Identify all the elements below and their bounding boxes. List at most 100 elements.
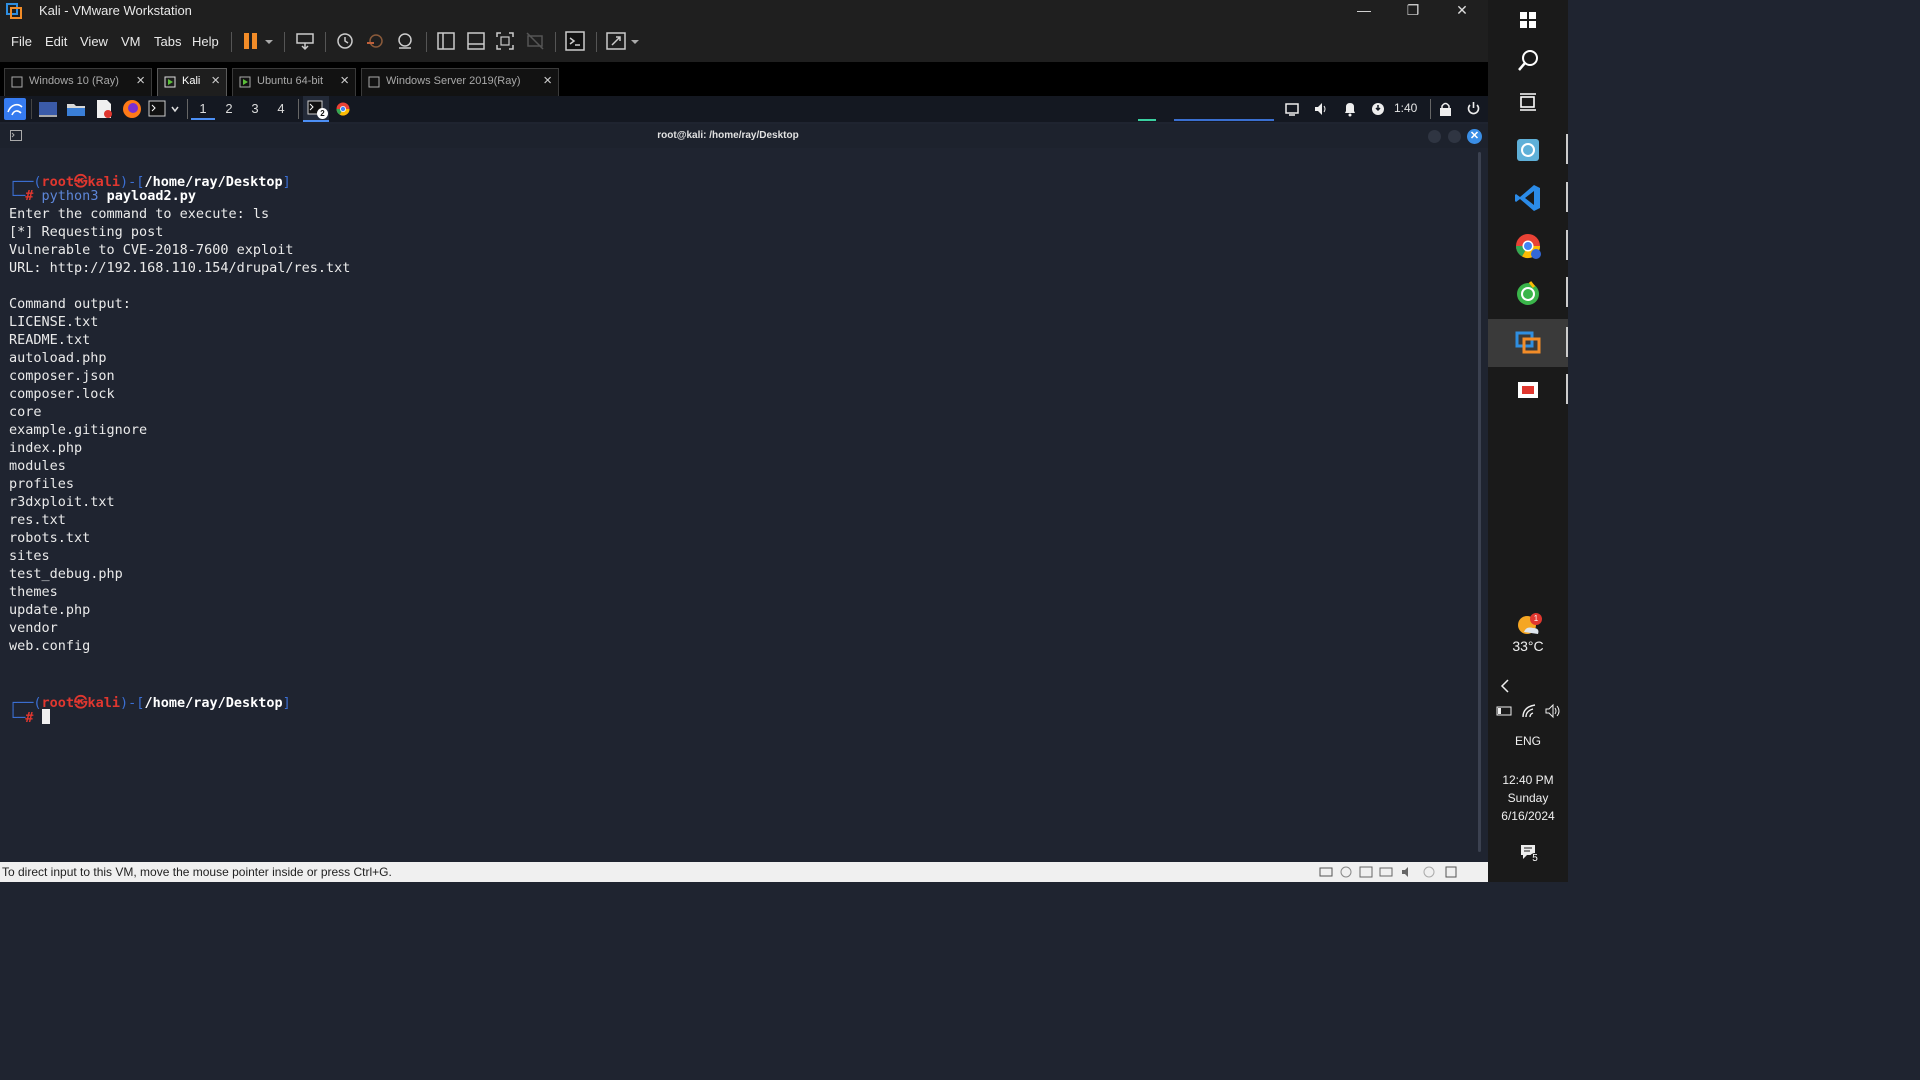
output-line: composer.lock <box>9 386 115 402</box>
revert-snapshot-icon[interactable] <box>364 30 386 52</box>
output-line: core <box>9 404 42 420</box>
volume-icon[interactable] <box>1544 703 1562 719</box>
minimize-button[interactable]: — <box>1340 0 1388 22</box>
app-icon[interactable] <box>1512 134 1544 166</box>
dropdown-icon[interactable] <box>262 30 276 52</box>
battery-icon[interactable] <box>1496 704 1514 718</box>
maximize-terminal-button[interactable] <box>1448 130 1461 143</box>
menu-view[interactable]: View <box>80 34 108 49</box>
close-window-button[interactable]: ✕ <box>1438 0 1486 22</box>
search-icon[interactable] <box>1512 45 1544 77</box>
console-view-icon[interactable] <box>564 30 586 52</box>
menu-tabs[interactable]: Tabs <box>154 34 181 49</box>
scrollbar-thumb[interactable] <box>1478 152 1481 852</box>
chrome-icon[interactable] <box>1512 230 1544 262</box>
volume-icon[interactable] <box>1313 101 1329 117</box>
close-terminal-button[interactable]: ✕ <box>1467 129 1482 144</box>
output-line: test_debug.php <box>9 566 123 582</box>
prompt-hash: # <box>25 188 34 204</box>
lock-icon[interactable] <box>1439 101 1452 117</box>
workspace-4[interactable]: 4 <box>269 101 293 116</box>
file-manager-icon[interactable] <box>66 100 86 118</box>
workspace-3[interactable]: 3 <box>243 101 267 116</box>
notification-count-badge: 5 <box>1529 853 1541 865</box>
output-line: Enter the command to execute: ls <box>9 206 270 222</box>
kali-menu-icon[interactable] <box>4 98 26 120</box>
output-line: URL: http://192.168.110.154/drupal/res.t… <box>9 260 351 276</box>
weather-badge: 1 <box>1530 613 1542 625</box>
output-line: composer.json <box>9 368 115 384</box>
input-line[interactable]: └─# <box>9 709 50 726</box>
workspace-1[interactable]: 1 <box>191 101 215 120</box>
snapshot-manager-icon[interactable] <box>394 30 416 52</box>
menu-vm[interactable]: VM <box>121 34 141 49</box>
windows-start-icon[interactable] <box>1512 4 1544 36</box>
snapshot-icon[interactable] <box>334 30 356 52</box>
vmware-icon[interactable] <box>1512 326 1544 358</box>
workspace-2[interactable]: 2 <box>217 101 241 116</box>
output-line: profiles <box>9 476 75 492</box>
prompt-mid: )-[ <box>120 695 145 711</box>
menu-file[interactable]: File <box>11 34 32 49</box>
bell-icon[interactable] <box>1343 101 1357 117</box>
pause-icon[interactable] <box>240 30 262 52</box>
restore-button[interactable]: ❐ <box>1389 0 1437 22</box>
power-icon[interactable] <box>1466 101 1481 116</box>
chevron-down-icon[interactable] <box>170 104 180 114</box>
window-count-badge: 2 <box>317 108 328 119</box>
display-icon[interactable] <box>1285 102 1299 116</box>
output-line: modules <box>9 458 66 474</box>
minimize-terminal-button[interactable] <box>1428 130 1441 143</box>
tab-windows-server-2019[interactable]: Windows Server 2019(Ray) × <box>361 68 559 96</box>
menu-edit[interactable]: Edit <box>45 34 67 49</box>
tab-label: Kali <box>182 75 201 87</box>
library-icon[interactable] <box>435 30 457 52</box>
close-icon: ✕ <box>1456 2 1468 18</box>
device-status-icons[interactable] <box>1318 865 1458 879</box>
send-ctrl-alt-del-icon[interactable] <box>294 30 316 52</box>
clock-time: 12:40 PM <box>1502 773 1554 787</box>
taskbar-terminal-window[interactable]: 2 <box>303 96 329 122</box>
tab-label: Windows 10 (Ray) <box>29 75 119 87</box>
app-icon[interactable] <box>1512 277 1544 309</box>
tab-ubuntu[interactable]: Ubuntu 64-bit × <box>232 68 356 96</box>
output-line: [*] Requesting post <box>9 224 164 240</box>
chevron-up-icon[interactable] <box>1498 678 1512 694</box>
stretch-dropdown-icon[interactable] <box>628 30 642 52</box>
vm-icon <box>11 76 23 88</box>
task-view-icon[interactable] <box>1512 86 1544 118</box>
output-line: themes <box>9 584 58 600</box>
desktop-icon[interactable] <box>38 100 58 118</box>
vscode-icon[interactable] <box>1512 182 1544 214</box>
close-icon[interactable]: × <box>340 72 349 89</box>
output-line: Command output: <box>9 296 131 312</box>
chrome-icon[interactable] <box>336 102 350 116</box>
text-editor-icon[interactable] <box>95 99 113 119</box>
command-name: python3 <box>41 188 99 204</box>
wifi-icon[interactable] <box>1521 703 1539 719</box>
output-line: update.php <box>9 602 91 618</box>
clock-day: Sunday <box>1507 791 1549 805</box>
close-icon[interactable]: × <box>543 72 552 89</box>
restore-icon: ❐ <box>1406 2 1420 18</box>
terminal-scrollbar[interactable] <box>1476 148 1484 858</box>
language-indicator[interactable]: ENG <box>1488 734 1568 748</box>
full-screen-icon[interactable] <box>494 30 516 52</box>
panel-clock[interactable]: 1:40 <box>1394 101 1417 115</box>
prompt-at: ㉿ <box>74 695 88 711</box>
tab-kali[interactable]: Kali × <box>157 68 227 96</box>
prompt-close: ] <box>282 174 291 190</box>
network-icon[interactable] <box>1371 102 1385 116</box>
menu-help[interactable]: Help <box>192 34 219 49</box>
thumbnail-bar-icon[interactable] <box>465 30 487 52</box>
close-icon[interactable]: × <box>211 72 220 89</box>
firefox-icon[interactable] <box>122 99 142 119</box>
close-icon: ✕ <box>1469 130 1480 142</box>
kali-top-panel: 1 2 3 4 2 1:40 <box>0 96 1488 122</box>
stretch-guest-icon[interactable] <box>605 30 627 52</box>
terminal-icon[interactable] <box>148 100 166 117</box>
unity-icon[interactable] <box>524 30 546 52</box>
app-icon[interactable] <box>1512 374 1544 406</box>
close-icon[interactable]: × <box>136 72 145 89</box>
tab-windows-10[interactable]: Windows 10 (Ray) × <box>4 68 152 96</box>
